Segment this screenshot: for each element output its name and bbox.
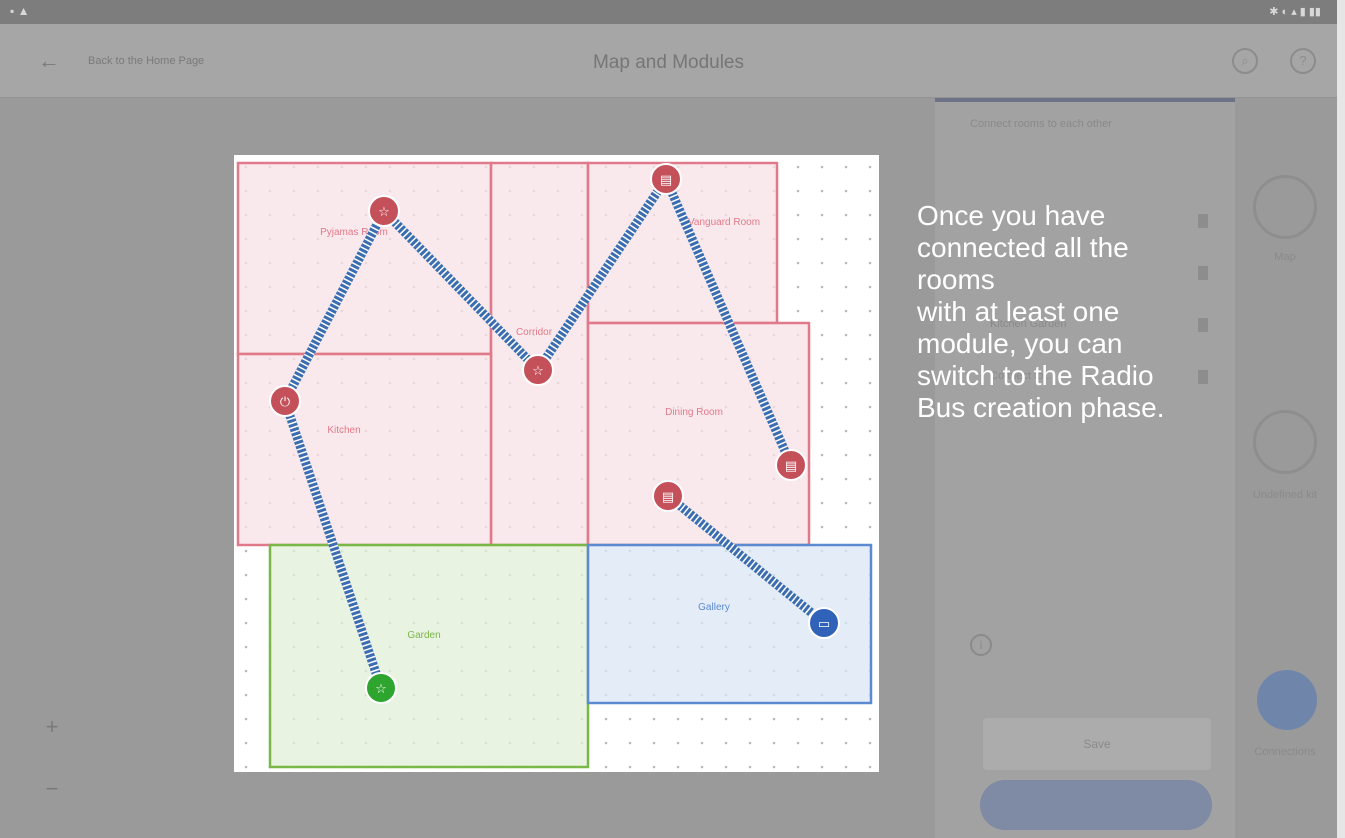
instruction-line: Bus creation phase. — [917, 392, 1165, 423]
bulb-icon[interactable]: ☆ — [522, 354, 554, 386]
instruction-overlay: Once you have connected all the rooms wi… — [917, 200, 1337, 424]
connections-action-label: Connections — [1254, 746, 1316, 758]
zoom-icon[interactable]: ⌕ — [1232, 48, 1258, 74]
room-label: Dining Room — [665, 407, 723, 418]
svg-text:▤: ▤ — [662, 490, 674, 505]
app-screen: ▪ ▲ ✱ ◐ ▴ ▮ ▮▮ ← Back to the Home Page M… — [0, 0, 1345, 838]
screen-edge — [1337, 0, 1345, 838]
window-icon[interactable]: ▭ — [808, 607, 840, 639]
floor-plan-map[interactable]: Pyjamas Room Corridor Vanguard Room Kitchen… — [234, 155, 879, 772]
instruction-line: rooms — [917, 264, 995, 295]
status-bar: ▪ ▲ ✱ ◐ ▴ ▮ ▮▮ — [0, 0, 1337, 24]
svg-text:☆: ☆ — [378, 205, 390, 220]
panel-progress-rule — [935, 98, 1235, 102]
room-area[interactable] — [586, 161, 779, 325]
shutter-icon[interactable]: ▤ — [652, 480, 684, 512]
svg-text:☆: ☆ — [532, 364, 544, 379]
panel-step-label: Connect rooms to each other — [970, 118, 1112, 130]
next-step-button[interactable] — [980, 780, 1212, 830]
bulb-icon[interactable]: ☆ — [368, 195, 400, 227]
top-bar: ← Back to the Home Page Map and Modules … — [0, 24, 1337, 98]
connections-action-icon[interactable] — [1257, 670, 1317, 730]
svg-text:⏻: ⏻ — [280, 395, 290, 410]
room-label: Vanguard Room — [688, 217, 760, 228]
room-area[interactable] — [268, 543, 590, 769]
room-area[interactable] — [236, 352, 493, 547]
instruction-line: switch to the Radio — [917, 360, 1154, 391]
shutter-icon[interactable]: ▤ — [650, 163, 682, 195]
room-area[interactable] — [236, 161, 493, 356]
svg-text:▤: ▤ — [785, 459, 797, 474]
room-label: Garden — [407, 630, 440, 641]
zoom-out-button[interactable]: − — [40, 776, 64, 802]
shutter-icon[interactable]: ▤ — [775, 449, 807, 481]
instruction-line: module, you can — [917, 328, 1123, 359]
zoom-in-button[interactable]: + — [40, 714, 64, 740]
page-title: Map and Modules — [592, 52, 745, 73]
instruction-line: with at least one — [917, 296, 1120, 327]
svg-text:▭: ▭ — [818, 617, 830, 632]
room-label: Kitchen — [327, 425, 360, 436]
instruction-line: Once you have — [917, 200, 1106, 231]
undefined-kit-action-label: Undefined kit — [1252, 489, 1318, 501]
help-icon[interactable]: ? — [1290, 48, 1316, 74]
bulb-icon[interactable]: ☆ — [365, 672, 397, 704]
room-label: Gallery — [698, 602, 730, 613]
save-button[interactable]: Save — [983, 718, 1211, 770]
svg-text:☆: ☆ — [375, 682, 387, 697]
status-icons-left: ▪ ▲ — [10, 4, 30, 18]
plug-icon[interactable]: ⏻ — [269, 385, 301, 417]
room-area[interactable] — [489, 161, 590, 547]
room-label: Corridor — [516, 327, 553, 338]
status-icons-right: ✱ ◐ ▴ ▮ ▮▮ — [1269, 6, 1321, 18]
instruction-line: connected all the — [917, 232, 1129, 263]
svg-text:▤: ▤ — [660, 173, 672, 188]
info-icon: i — [970, 634, 992, 656]
